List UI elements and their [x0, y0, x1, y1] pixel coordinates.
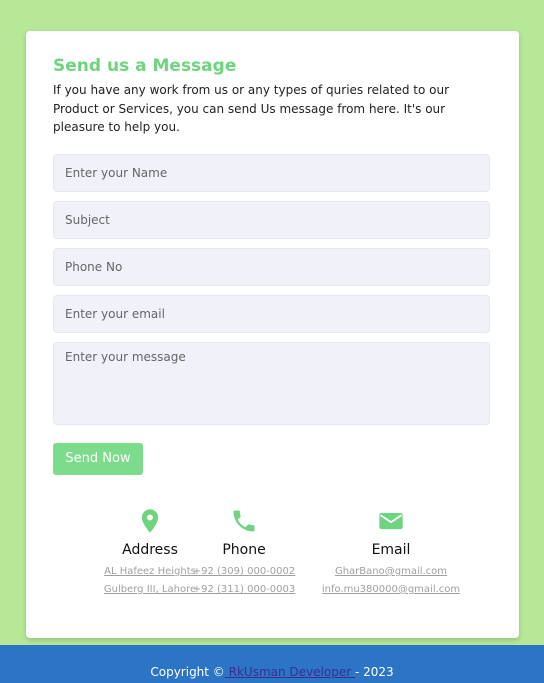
phone-heading: Phone: [222, 542, 266, 558]
envelope-icon: [379, 512, 403, 530]
message-textarea[interactable]: [53, 341, 490, 425]
footer: Copyright © RkUsman Developer - 2023: [0, 645, 544, 683]
copyright-text: Copyright ©: [150, 665, 225, 679]
phone-block: Phone +92 (309) 000-0002 +92 (311) 000-0…: [164, 507, 324, 599]
phone-line-1[interactable]: +92 (309) 000-0002: [164, 563, 324, 581]
email-block: Email GharBano@gmail.com info.mu380000@g…: [311, 507, 471, 599]
page: Send us a Message If you have any work f…: [0, 0, 544, 683]
email-heading: Email: [371, 542, 411, 558]
form-description: If you have any work from us or any type…: [53, 83, 449, 134]
developer-link[interactable]: RkUsman Developer: [225, 665, 355, 679]
email-line-2[interactable]: info.mu380000@gmail.com: [311, 581, 471, 599]
email-line-1[interactable]: GharBano@gmail.com: [311, 563, 471, 581]
subject-input[interactable]: [53, 200, 490, 239]
phone-line-2[interactable]: +92 (311) 000-0003: [164, 581, 324, 599]
name-input[interactable]: [53, 153, 490, 192]
copyright-year: - 2023: [354, 665, 394, 679]
contact-info: Address AL Hafeez Heights Gulberg III, L…: [26, 507, 519, 617]
contact-card: Send us a Message If you have any work f…: [26, 31, 519, 638]
send-now-button[interactable]: Send Now: [53, 442, 143, 475]
email-input[interactable]: [53, 294, 490, 333]
form-title: Send us a Message: [53, 56, 237, 76]
phone-input[interactable]: [53, 247, 490, 286]
phone-icon: [233, 510, 255, 532]
map-pin-icon: [141, 509, 159, 533]
